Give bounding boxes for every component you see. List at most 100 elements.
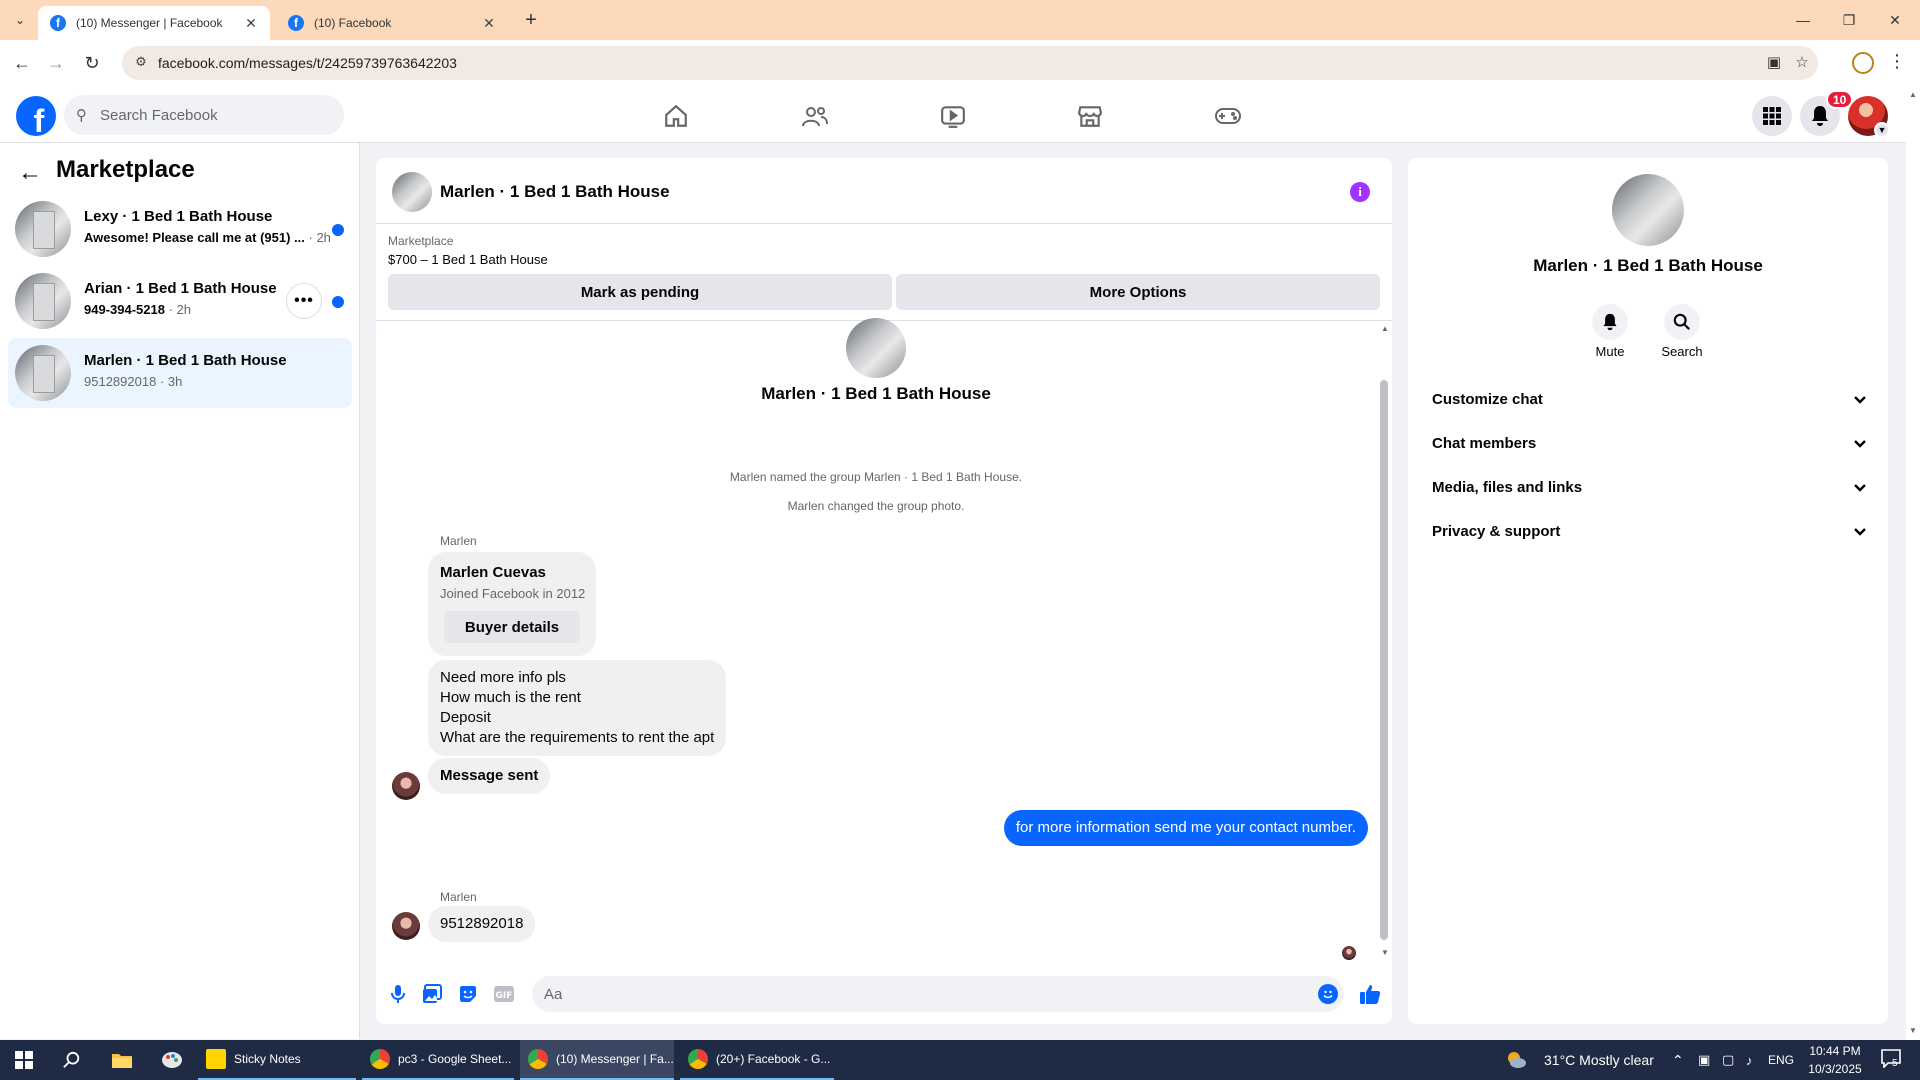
conversation-name: Arian · 1 Bed 1 Bath House	[84, 280, 277, 297]
facebook-logo[interactable]: f	[16, 96, 56, 136]
windows-start-icon[interactable]	[0, 1040, 48, 1080]
reload-button[interactable]: ↻	[80, 51, 104, 75]
new-tab-button[interactable]: +	[520, 9, 542, 31]
tab-search-chevron-icon[interactable]: ⌄	[8, 8, 32, 32]
chrome-profile-icon[interactable]	[1852, 52, 1874, 74]
chat-scrollbar[interactable]	[1380, 380, 1388, 940]
chevron-down-icon	[1850, 434, 1870, 454]
taskbar-app-facebook[interactable]: (20+) Facebook - G...	[680, 1040, 834, 1080]
listing-title[interactable]: $700 – 1 Bed 1 Bath House	[388, 252, 548, 267]
clock-time: 10:44 PM	[1809, 1044, 1861, 1058]
microphone-icon[interactable]	[386, 982, 410, 1006]
outgoing-message-bubble[interactable]: for more information send me your contac…	[1003, 810, 1368, 846]
close-window-button[interactable]: ✕	[1872, 0, 1918, 40]
info-icon[interactable]: i	[1350, 182, 1370, 202]
address-bar[interactable]: ⚙ facebook.com/messages/t/24259739763642…	[122, 46, 1818, 80]
volume-icon[interactable]: ♪	[1746, 1040, 1753, 1080]
weather-text[interactable]: 31°C Mostly clear	[1544, 1040, 1654, 1080]
message-bubble[interactable]: Need more info pls How much is the rent …	[428, 660, 727, 756]
section-privacy-support[interactable]: Privacy & support	[1416, 512, 1880, 552]
back-arrow-icon[interactable]: ←	[18, 159, 42, 187]
conversation-item-arian[interactable]: Arian · 1 Bed 1 Bath House 949-394-5218 …	[8, 266, 352, 336]
taskbar-search-icon[interactable]	[48, 1040, 96, 1080]
scroll-up-icon[interactable]: ▲	[1380, 324, 1390, 333]
message-bubble[interactable]: Message sent	[428, 758, 551, 794]
sticker-icon[interactable]	[456, 982, 480, 1006]
buyer-details-button[interactable]: Buyer details	[444, 611, 580, 643]
clock-date: 10/3/2025	[1808, 1062, 1862, 1076]
scroll-down-icon[interactable]: ▼	[1909, 1026, 1917, 1035]
browser-tab-messenger[interactable]: f (10) Messenger | Facebook ✕	[38, 6, 270, 40]
facebook-search[interactable]: ⚲	[64, 95, 344, 135]
search-in-chat-button[interactable]	[1664, 304, 1700, 340]
restore-button[interactable]: ❐	[1826, 0, 1872, 40]
chat-title[interactable]: Marlen · 1 Bed 1 Bath House	[440, 182, 670, 202]
weather-icon[interactable]	[1502, 1040, 1530, 1080]
section-media-files-links[interactable]: Media, files and links	[1416, 468, 1880, 508]
friends-icon[interactable]	[795, 96, 835, 136]
file-explorer-icon[interactable]	[98, 1040, 146, 1080]
more-options-button[interactable]: More Options	[896, 274, 1380, 310]
chat-avatar[interactable]	[392, 172, 432, 212]
chrome-menu-icon[interactable]: ⋮	[1888, 50, 1906, 74]
thumbs-up-icon[interactable]	[1358, 982, 1382, 1006]
network-icon[interactable]: ▢	[1722, 1040, 1734, 1080]
mute-button[interactable]	[1592, 304, 1628, 340]
group-photo[interactable]	[1612, 174, 1684, 246]
tray-overflow-icon[interactable]: ⌃	[1672, 1040, 1684, 1080]
page-scrollbar[interactable]: ▲ ▼	[1906, 86, 1920, 1040]
home-icon[interactable]	[656, 96, 696, 136]
message-input[interactable]	[544, 976, 1304, 1012]
back-button[interactable]: ←	[10, 51, 34, 75]
section-chat-members[interactable]: Chat members	[1416, 424, 1880, 464]
tab-close-icon[interactable]: ✕	[242, 15, 260, 32]
mark-as-pending-button[interactable]: Mark as pending	[388, 274, 892, 310]
action-center-button[interactable]: 5	[1880, 1048, 1904, 1072]
language-indicator[interactable]: ENG	[1768, 1040, 1794, 1080]
conversation-item-marlen[interactable]: Marlen · 1 Bed 1 Bath House 9512892018 ·…	[8, 338, 352, 408]
chevron-down-icon	[1850, 522, 1870, 542]
gaming-icon[interactable]	[1208, 96, 1248, 136]
minimize-button[interactable]: —	[1780, 0, 1826, 40]
scroll-up-icon[interactable]: ▲	[1909, 90, 1917, 99]
site-info-icon[interactable]: ⚙	[132, 54, 150, 72]
notification-count: 5	[1892, 1058, 1898, 1069]
url-text[interactable]: facebook.com/messages/t/2425973976364220…	[158, 55, 457, 71]
meet-now-icon[interactable]: ▣	[1698, 1040, 1710, 1080]
scroll-down-icon[interactable]: ▼	[1380, 948, 1390, 957]
forward-button[interactable]: →	[44, 51, 68, 75]
tab-close-icon[interactable]: ✕	[480, 15, 498, 32]
taskbar-app-messenger[interactable]: (10) Messenger | Fa...	[520, 1040, 674, 1080]
more-options-icon[interactable]: •••	[286, 283, 322, 319]
marketplace-icon[interactable]	[1070, 96, 1110, 136]
buyer-name: Marlen Cuevas	[440, 564, 546, 581]
paint-app-icon[interactable]	[148, 1040, 196, 1080]
video-icon[interactable]	[933, 96, 973, 136]
photo-icon[interactable]	[420, 982, 444, 1006]
sender-avatar[interactable]	[392, 912, 420, 940]
facebook-favicon-icon: f	[50, 15, 66, 31]
browser-tab-facebook[interactable]: f (10) Facebook ✕	[276, 6, 508, 40]
conversation-item-lexy[interactable]: Lexy · 1 Bed 1 Bath House Awesome! Pleas…	[8, 194, 352, 264]
install-app-icon[interactable]: ▣	[1764, 53, 1784, 73]
section-customize-chat[interactable]: Customize chat	[1416, 380, 1880, 420]
emoji-icon[interactable]	[1318, 984, 1338, 1004]
taskbar-app-sticky-notes[interactable]: Sticky Notes	[198, 1040, 356, 1080]
taskbar-clock[interactable]: 10:44 PM 10/3/2025	[1796, 1042, 1874, 1078]
gif-icon[interactable]: GIF	[492, 982, 516, 1006]
group-photo[interactable]	[846, 318, 906, 378]
browser-toolbar: ← → ↻ ⚙ facebook.com/messages/t/24259739…	[0, 40, 1920, 86]
taskbar-app-label: (20+) Facebook - G...	[716, 1052, 831, 1066]
message-bubble[interactable]: 9512892018	[428, 906, 536, 942]
message-composer[interactable]	[532, 976, 1344, 1012]
taskbar-app-google-sheets[interactable]: pc3 - Google Sheet...	[362, 1040, 514, 1080]
taskbar-app-label: Sticky Notes	[234, 1052, 301, 1066]
conversation-preview: 949-394-5218 · 2h	[84, 302, 191, 317]
tab-title: (10) Messenger | Facebook	[76, 16, 223, 30]
menu-grid-button[interactable]	[1752, 96, 1792, 136]
bookmark-star-icon[interactable]: ☆	[1792, 53, 1812, 73]
conversation-time: · 2h	[308, 230, 331, 245]
search-input[interactable]	[100, 95, 330, 135]
sender-avatar[interactable]	[392, 772, 420, 800]
chevron-down-icon[interactable]: ▼	[1874, 122, 1890, 138]
